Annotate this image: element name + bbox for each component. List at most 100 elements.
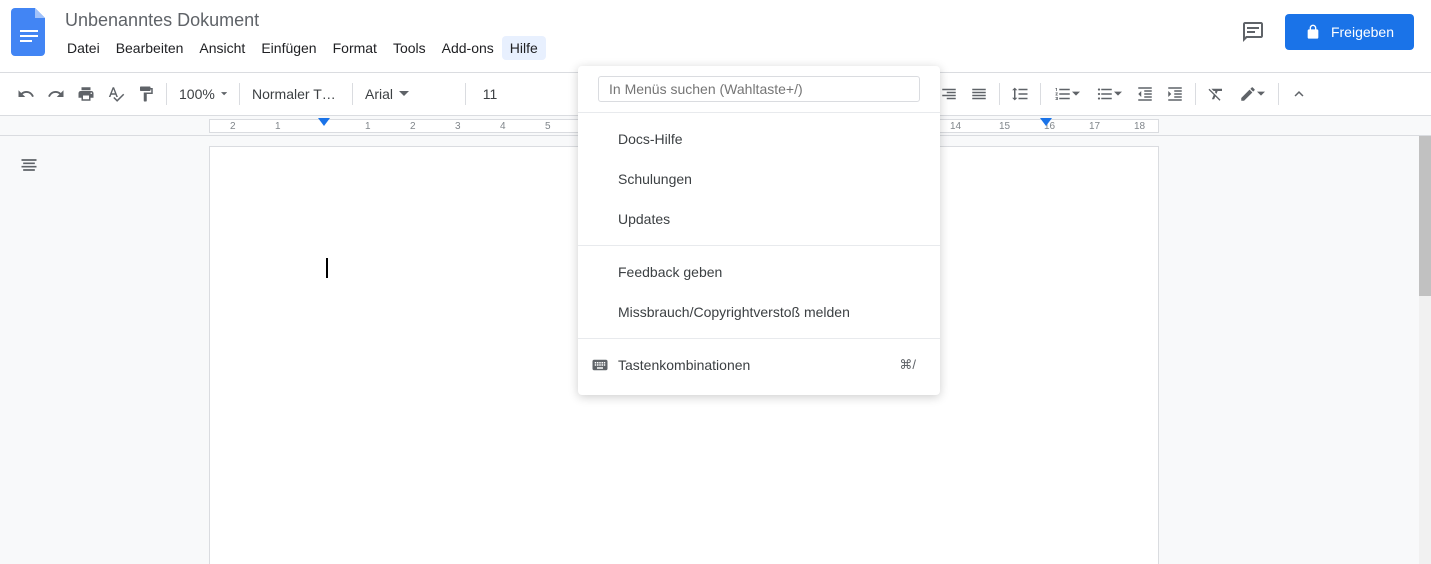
- separator: [1278, 83, 1279, 105]
- ruler-tick: 18: [1134, 121, 1145, 132]
- menu-separator: [578, 112, 940, 113]
- ruler-right-marker[interactable]: [1040, 118, 1052, 126]
- outline-icon: [19, 155, 39, 175]
- clear-format-icon: [1207, 85, 1225, 103]
- menu-item-training[interactable]: Schulungen: [578, 159, 940, 199]
- zoom-value: 100%: [179, 86, 215, 102]
- menu-einfuegen[interactable]: Einfügen: [253, 36, 324, 60]
- ruler-tick: 5: [545, 121, 551, 132]
- title-area: Unbenanntes Dokument Datei Bearbeiten An…: [59, 8, 1237, 60]
- ruler-tick: 17: [1089, 121, 1100, 132]
- size-value: 11: [483, 86, 498, 102]
- ruler-tick: 14: [950, 121, 961, 132]
- separator: [239, 83, 240, 105]
- menu-item-label: Schulungen: [618, 171, 692, 187]
- ruler-tick: 4: [500, 121, 506, 132]
- align-right-icon: [940, 85, 958, 103]
- caret-down-icon: [1072, 90, 1080, 98]
- style-dropdown[interactable]: Normaler T…: [246, 80, 346, 108]
- menu-item-feedback[interactable]: Feedback geben: [578, 252, 940, 292]
- numbered-list-button[interactable]: [1047, 80, 1087, 108]
- menu-item-label: Tastenkombinationen: [618, 357, 750, 373]
- share-button[interactable]: Freigeben: [1285, 14, 1414, 50]
- font-dropdown[interactable]: Arial: [359, 80, 459, 108]
- scrollbar-thumb[interactable]: [1419, 136, 1431, 296]
- undo-button[interactable]: [12, 80, 40, 108]
- outline-toggle-button[interactable]: [14, 150, 44, 180]
- shortcut-hint: ⌘/: [899, 357, 916, 373]
- text-cursor: [326, 258, 328, 278]
- font-size-input[interactable]: 11: [472, 80, 508, 108]
- menu-addons[interactable]: Add-ons: [434, 36, 502, 60]
- chevron-up-icon: [1290, 85, 1308, 103]
- menu-item-label: Feedback geben: [618, 264, 722, 280]
- ruler-tick: 2: [230, 121, 236, 132]
- menu-item-docs-help[interactable]: Docs-Hilfe: [578, 119, 940, 159]
- zoom-dropdown[interactable]: 100%: [173, 80, 233, 108]
- menu-bearbeiten[interactable]: Bearbeiten: [108, 36, 192, 60]
- share-label: Freigeben: [1331, 24, 1394, 40]
- menu-item-label: Missbrauch/Copyrightverstoß melden: [618, 304, 850, 320]
- menu-item-updates[interactable]: Updates: [578, 199, 940, 239]
- increase-indent-icon: [1166, 85, 1184, 103]
- menu-hilfe[interactable]: Hilfe: [502, 36, 546, 60]
- caret-down-icon: [221, 89, 227, 99]
- ruler-tick: 1: [275, 121, 281, 132]
- caret-down-icon: [1257, 90, 1265, 98]
- editing-mode-button[interactable]: [1232, 80, 1272, 108]
- menu-separator: [578, 245, 940, 246]
- print-button[interactable]: [72, 80, 100, 108]
- separator: [465, 83, 466, 105]
- redo-icon: [47, 85, 65, 103]
- separator: [352, 83, 353, 105]
- ruler-indent-marker[interactable]: [318, 118, 330, 126]
- increase-indent-button[interactable]: [1161, 80, 1189, 108]
- separator: [999, 83, 1000, 105]
- vertical-scrollbar[interactable]: [1419, 136, 1431, 564]
- ruler-tick: 2: [410, 121, 416, 132]
- menu-search-input[interactable]: [598, 76, 920, 102]
- menu-ansicht[interactable]: Ansicht: [191, 36, 253, 60]
- undo-icon: [17, 85, 35, 103]
- menu-search-container: [598, 76, 920, 102]
- lock-icon: [1305, 24, 1321, 40]
- menu-item-report-abuse[interactable]: Missbrauch/Copyrightverstoß melden: [578, 292, 940, 332]
- caret-down-icon: [399, 89, 409, 99]
- style-value: Normaler T…: [252, 86, 336, 102]
- ruler-tick: 1: [365, 121, 371, 132]
- menu-tools[interactable]: Tools: [385, 36, 434, 60]
- caret-down-icon: [1114, 90, 1122, 98]
- line-spacing-icon: [1011, 85, 1029, 103]
- menu-datei[interactable]: Datei: [59, 36, 108, 60]
- menu-format[interactable]: Format: [325, 36, 385, 60]
- font-value: Arial: [365, 86, 393, 102]
- align-justify-icon: [970, 85, 988, 103]
- header: Unbenanntes Dokument Datei Bearbeiten An…: [0, 0, 1431, 72]
- bullet-list-icon: [1096, 85, 1114, 103]
- collapse-toolbar-button[interactable]: [1285, 80, 1313, 108]
- numbered-list-icon: [1054, 85, 1072, 103]
- redo-button[interactable]: [42, 80, 70, 108]
- spellcheck-button[interactable]: [102, 80, 130, 108]
- header-right: Freigeben: [1237, 8, 1420, 50]
- menubar: Datei Bearbeiten Ansicht Einfügen Format…: [59, 36, 1237, 60]
- keyboard-icon: [590, 355, 610, 375]
- menu-item-label: Docs-Hilfe: [618, 131, 683, 147]
- decrease-indent-button[interactable]: [1131, 80, 1159, 108]
- clear-format-button[interactable]: [1202, 80, 1230, 108]
- pencil-icon: [1239, 85, 1257, 103]
- separator: [1040, 83, 1041, 105]
- paint-format-button[interactable]: [132, 80, 160, 108]
- menu-item-label: Updates: [618, 211, 670, 227]
- comments-icon: [1241, 20, 1265, 44]
- menu-item-shortcuts[interactable]: Tastenkombinationen ⌘/: [578, 345, 940, 385]
- comments-button[interactable]: [1237, 16, 1269, 48]
- bullet-list-button[interactable]: [1089, 80, 1129, 108]
- align-justify-button[interactable]: [965, 80, 993, 108]
- line-spacing-button[interactable]: [1006, 80, 1034, 108]
- docs-logo-icon[interactable]: [11, 8, 47, 56]
- paint-roller-icon: [137, 85, 155, 103]
- help-menu-panel: Docs-Hilfe Schulungen Updates Feedback g…: [578, 66, 940, 395]
- doc-title-input[interactable]: Unbenanntes Dokument: [59, 8, 1237, 32]
- menu-separator: [578, 338, 940, 339]
